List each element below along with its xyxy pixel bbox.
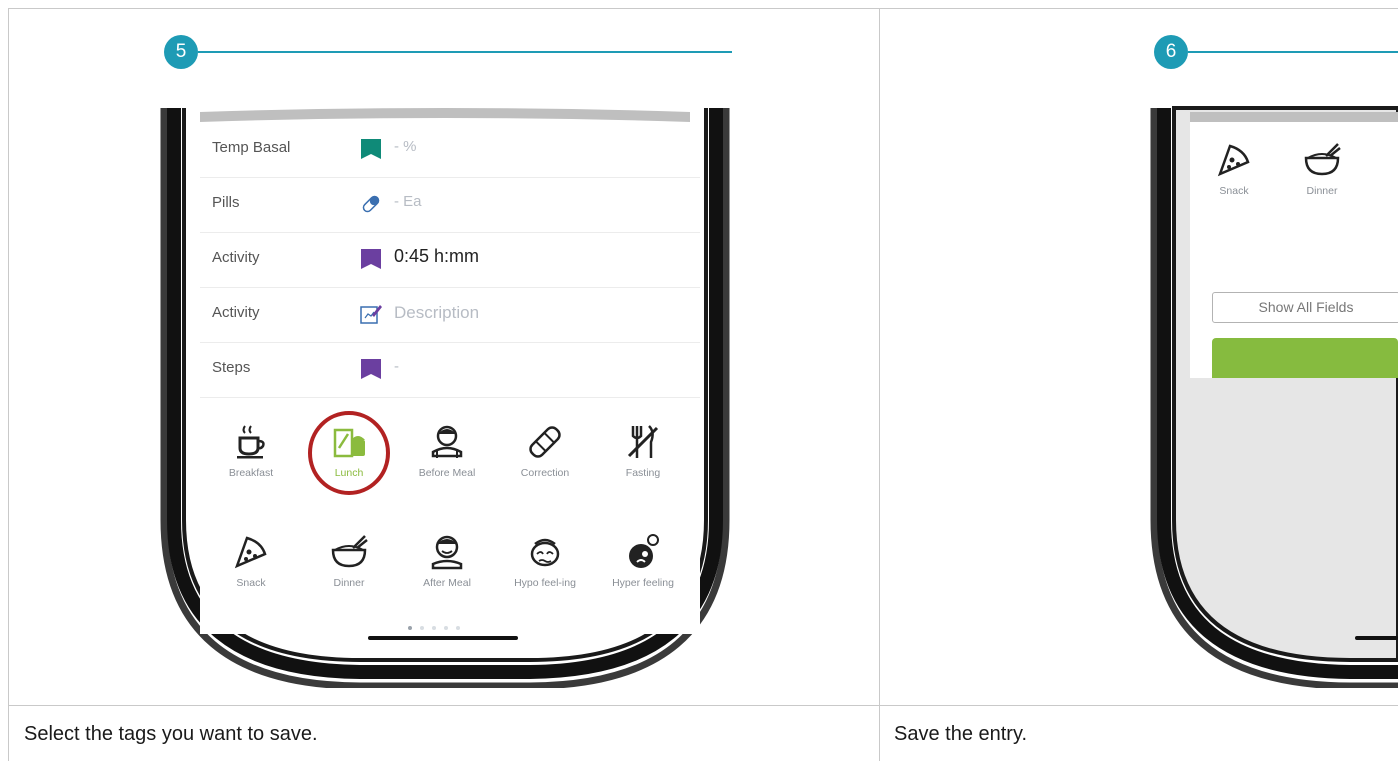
field-value: - (394, 358, 399, 375)
field-row-activity-description[interactable]: Activity Description (200, 287, 700, 343)
page-indicator-dot[interactable] (420, 626, 424, 630)
app-screen: Snack Dinner Show All Fields (1190, 122, 1398, 378)
coffee-cup-icon (237, 425, 265, 459)
tag-after-meal[interactable]: After Meal (398, 514, 496, 617)
tag-fasting[interactable]: Fasting (594, 404, 692, 507)
after-meal-icon (431, 535, 463, 570)
tag-label: Hypo feel-ing (514, 577, 576, 589)
page-indicator-dot-active[interactable] (408, 626, 412, 630)
step-caption: Select the tags you want to save. (24, 723, 318, 745)
tag-hypo-feeling[interactable]: Hypo feel-ing (496, 514, 594, 617)
tag-hyper-feeling[interactable]: Hyper feeling (594, 514, 692, 617)
tag-breakfast[interactable]: Breakfast (202, 404, 300, 507)
selection-highlight-ring (308, 411, 390, 495)
phone-mockup: Temp Basal - % Pills - Ea Activity 0:45 … (160, 100, 730, 688)
step-underline (198, 51, 732, 53)
field-value: Description (394, 303, 480, 322)
table-border-left (8, 8, 9, 761)
tag-dinner[interactable]: Dinner (1278, 122, 1366, 225)
step-number-badge: 6 (1154, 35, 1188, 69)
tag-label: Correction (520, 467, 570, 479)
step-underline (1188, 51, 1398, 53)
pizza-slice-icon (234, 536, 267, 569)
fasting-icon (627, 425, 659, 458)
bowl-icon (331, 535, 368, 568)
show-all-fields-button[interactable]: Show All Fields (1212, 292, 1398, 323)
tag-label: Snack (1219, 185, 1249, 197)
edit-note-icon (360, 305, 382, 324)
tag-grid: Breakfast Lunch Before Meal Correction F… (200, 404, 700, 634)
steps-flag-icon (361, 359, 381, 379)
step-caption: Save the entry. (894, 723, 1028, 745)
field-row-temp-basal[interactable]: Temp Basal - % (200, 122, 700, 178)
field-row-activity-duration[interactable]: Activity 0:45 h:mm (200, 232, 700, 288)
field-value: - % (394, 138, 417, 155)
hypo-face-icon (530, 538, 560, 567)
pill-icon (362, 195, 380, 213)
field-label: Activity (212, 304, 260, 321)
field-label: Pills (212, 194, 240, 211)
tag-label: Hyper feeling (612, 577, 674, 589)
tag-label: After Meal (423, 577, 471, 589)
field-label: Activity (212, 249, 260, 266)
hyper-face-icon (629, 534, 659, 568)
tag-label: Breakfast (228, 467, 274, 479)
pizza-slice-icon (1217, 144, 1250, 177)
instruction-table: 5 Temp Basal - % Pills - Ea Activity 0:4… (0, 0, 1398, 761)
tag-before-meal[interactable]: Before Meal (398, 404, 496, 507)
tag-snack[interactable]: Snack (202, 514, 300, 617)
app-screen: Temp Basal - % Pills - Ea Activity 0:45 … (200, 122, 700, 634)
bowl-icon (1304, 143, 1341, 176)
table-column-divider (879, 8, 880, 761)
temp-basal-flag-icon (361, 139, 381, 159)
table-row-divider (8, 705, 1398, 706)
phone-mockup: Snack Dinner Show All Fields (1150, 100, 1398, 688)
activity-flag-icon (361, 249, 381, 269)
tag-label: Dinner (333, 577, 365, 589)
bandage-icon (529, 426, 561, 458)
tag-lunch[interactable]: Lunch (300, 404, 398, 507)
tag-label: Before Meal (418, 467, 476, 479)
tag-dinner[interactable]: Dinner (300, 514, 398, 617)
field-label: Steps (212, 359, 251, 376)
field-value: - Ea (394, 193, 422, 210)
before-meal-icon (431, 425, 463, 458)
tag-snack[interactable]: Snack (1190, 122, 1278, 225)
page-indicator-dot[interactable] (432, 626, 436, 630)
table-border-top (8, 8, 1398, 9)
field-row-steps[interactable]: Steps - (200, 342, 700, 398)
field-value: 0:45 h:mm (394, 246, 480, 266)
page-indicator-dot[interactable] (456, 626, 460, 630)
save-button[interactable] (1212, 338, 1398, 378)
tag-label: Fasting (625, 467, 661, 479)
step-number-badge: 5 (164, 35, 198, 69)
page-indicator-dot[interactable] (444, 626, 448, 630)
tag-label: Dinner (1306, 185, 1338, 197)
tag-label: Snack (236, 577, 266, 589)
tag-correction[interactable]: Correction (496, 404, 594, 507)
field-row-pills[interactable]: Pills - Ea (200, 177, 700, 233)
field-label: Temp Basal (212, 139, 291, 156)
